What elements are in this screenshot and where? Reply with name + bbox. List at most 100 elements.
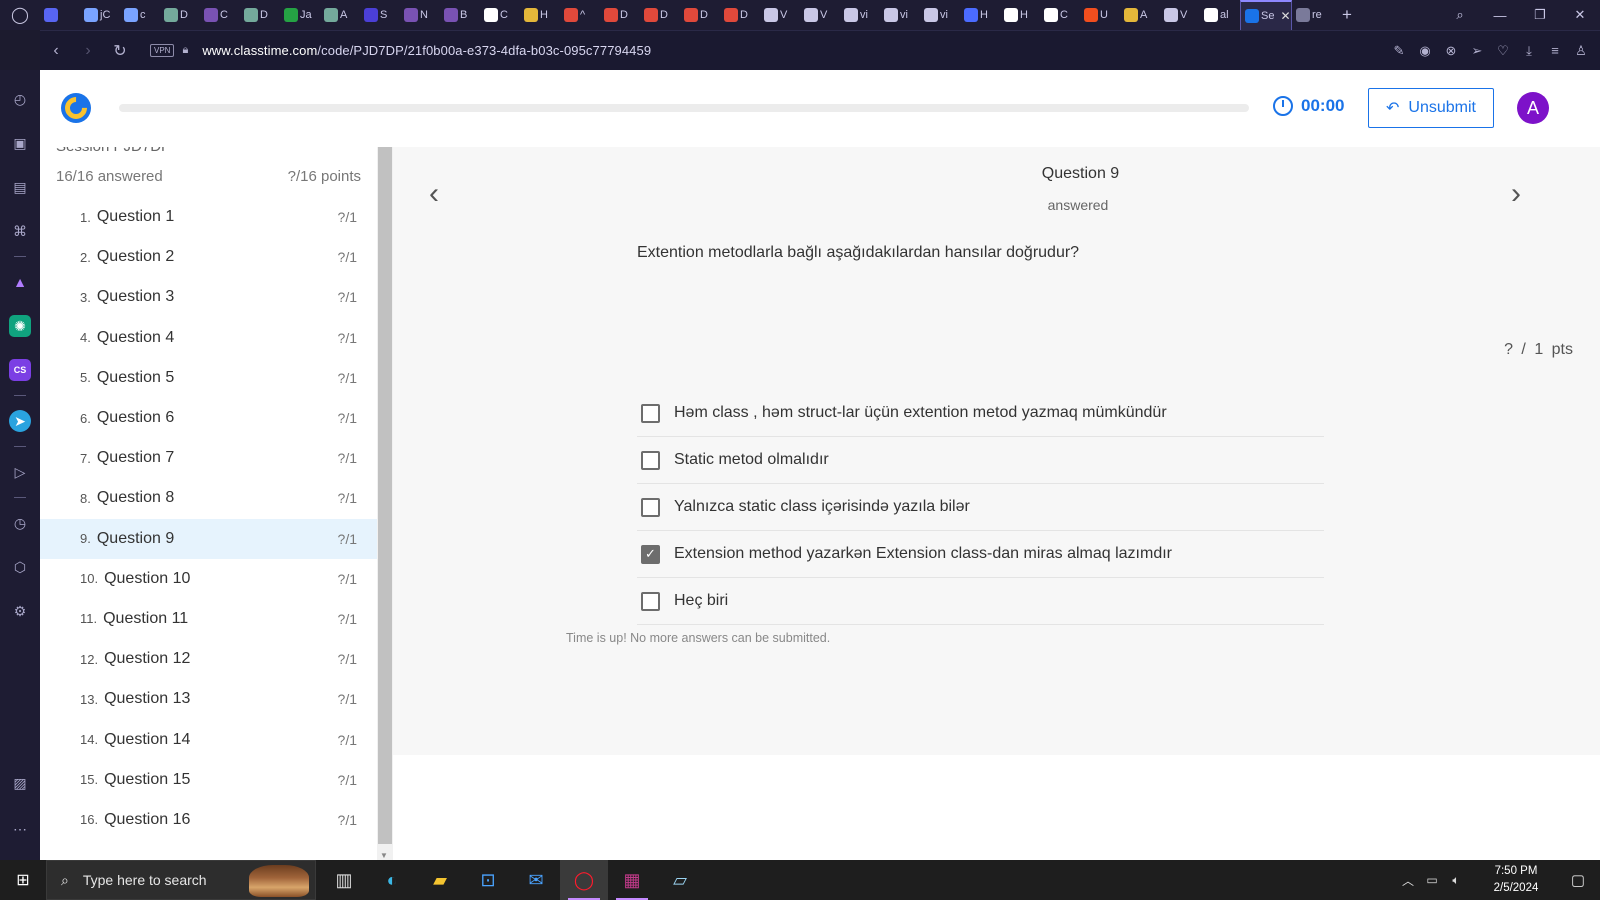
browser-tab[interactable]: D [600, 0, 640, 30]
browser-tab[interactable]: V [760, 0, 800, 30]
browser-tab[interactable]: vi [880, 0, 920, 30]
checkbox[interactable] [641, 497, 660, 517]
notifications-icon[interactable]: ▢ [1556, 871, 1600, 889]
browser-tab[interactable]: vi [920, 0, 960, 30]
browser-tab[interactable]: al [1200, 0, 1240, 30]
browser-tab[interactable]: V [1160, 0, 1200, 30]
sidebar-scrollbar[interactable]: ▼ [377, 147, 393, 860]
opera-menu-icon[interactable]: ◯ [0, 0, 40, 30]
url-field[interactable]: www.classtime.com/code/PJD7DP/21f0b00a-e… [202, 43, 651, 58]
sidebar-question-item[interactable]: 12. Question 12 ?/1 [40, 639, 377, 679]
browser-tab[interactable]: D [640, 0, 680, 30]
scrollbar-thumb[interactable] [378, 147, 392, 844]
edit-icon[interactable]: ✎ [1390, 43, 1408, 59]
restore-icon[interactable]: ❐ [1520, 7, 1560, 23]
sidebar-question-item[interactable]: 15. Question 15 ?/1 [40, 760, 377, 800]
box-icon[interactable]: ⬡ [9, 556, 31, 578]
next-question-icon[interactable]: › [1511, 177, 1521, 211]
avatar[interactable]: A [1517, 92, 1549, 124]
settings-icon[interactable]: ⚙ [9, 600, 31, 622]
player-icon[interactable]: ▷ [9, 461, 31, 483]
browser-tab[interactable]: A [320, 0, 360, 30]
task-view-icon[interactable]: ▥ [320, 860, 368, 900]
sidebar-question-item[interactable]: 2. Question 2 ?/1 [40, 237, 377, 277]
profile-icon[interactable]: ♙ [1572, 43, 1590, 59]
browser-tab[interactable]: re [1292, 0, 1332, 30]
browser-tab[interactable]: D [240, 0, 280, 30]
gallery-icon[interactable]: ▨ [9, 772, 31, 794]
back-icon[interactable]: ‹ [40, 42, 72, 60]
sidebar-question-item[interactable]: 8. Question 8 ?/1 [40, 478, 377, 518]
browser-tab[interactable]: N [400, 0, 440, 30]
browser-tab[interactable]: Ja [280, 0, 320, 30]
previous-question-icon[interactable]: ‹ [429, 177, 439, 211]
sidebar-question-item[interactable]: 1. Question 1 ?/1 [40, 197, 377, 237]
aria-icon[interactable]: ▲ [9, 271, 31, 293]
sidebar-question-item[interactable]: 3. Question 3 ?/1 [40, 277, 377, 317]
browser-tab[interactable]: A [1120, 0, 1160, 30]
winrar-icon[interactable]: ▦ [608, 860, 656, 900]
new-tab-button[interactable]: + [1332, 5, 1362, 25]
reload-icon[interactable]: ↻ [104, 41, 136, 61]
download-icon[interactable]: ⤓ [1520, 43, 1538, 59]
mail-icon[interactable]: ✉ [512, 860, 560, 900]
answer-option[interactable]: Həm class , həm struct-lar üçün extentio… [637, 390, 1324, 437]
sidebar-question-item[interactable]: 11. Question 11 ?/1 [40, 599, 377, 639]
browser-tab[interactable]: jC [80, 0, 120, 30]
answer-option[interactable]: ✓ Extension method yazarkən Extension cla… [637, 531, 1324, 578]
notepad-icon[interactable]: ▱ [656, 860, 704, 900]
lock-icon[interactable]: 🔒︎ [182, 44, 188, 57]
sidebar-question-item[interactable]: 13. Question 13 ?/1 [40, 679, 377, 719]
minimize-icon[interactable]: — [1480, 8, 1520, 23]
browser-tab[interactable]: S [360, 0, 400, 30]
vpn-badge[interactable]: VPN [150, 44, 175, 57]
close-window-icon[interactable]: ✕ [1560, 7, 1600, 23]
volume-muted-icon[interactable]: 🔈︎ [1444, 873, 1468, 888]
store-icon[interactable]: ⊡ [464, 860, 512, 900]
adblock-icon[interactable]: ⊗ [1442, 43, 1460, 59]
browser-tab[interactable]: H [1000, 0, 1040, 30]
edge-icon[interactable]: ◐ [368, 860, 416, 900]
network-icon[interactable]: ▭ [1420, 873, 1444, 887]
sidebar-question-item[interactable]: 16. Question 16 ?/1 [40, 800, 377, 840]
browser-tab[interactable]: B [440, 0, 480, 30]
unsubmit-button[interactable]: ↶ Unsubmit [1368, 88, 1494, 128]
checkbox[interactable] [641, 403, 660, 423]
browser-tab[interactable]: C [200, 0, 240, 30]
sidebar-question-item[interactable]: 9. Question 9 ?/1 [40, 518, 377, 559]
browser-tab[interactable]: D [720, 0, 760, 30]
forward-icon[interactable]: › [72, 42, 104, 60]
chevron-up-icon[interactable]: ︿ [1396, 872, 1420, 889]
sidebar-question-item[interactable]: 7. Question 7 ?/1 [40, 438, 377, 478]
sidebar-question-item[interactable]: 14. Question 14 ?/1 [40, 719, 377, 759]
robot-icon[interactable]: ▣ [9, 132, 31, 154]
answer-option[interactable]: Heç biri [637, 578, 1324, 625]
search-tabs-icon[interactable]: ⌕ [1440, 7, 1480, 23]
send-icon[interactable]: ➢ [1468, 43, 1486, 59]
cs-icon[interactable]: CS [9, 359, 31, 381]
more-icon[interactable]: ⋯ [9, 818, 31, 840]
file-explorer-icon[interactable]: ▰ [416, 860, 464, 900]
sidebar-question-item[interactable]: 5. Question 5 ?/1 [40, 358, 377, 398]
taskbar-search[interactable]: ⌕ Type here to search [46, 860, 316, 900]
taskbar-clock[interactable]: 7:50 PM 2/5/2024 [1476, 863, 1556, 897]
classtime-logo-icon[interactable] [60, 92, 92, 124]
browser-tab[interactable]: V [800, 0, 840, 30]
speed-dial-icon[interactable]: ◴ [9, 88, 31, 110]
chatgpt-icon[interactable]: ✺ [9, 315, 31, 337]
browser-tab[interactable]: D [680, 0, 720, 30]
history-icon[interactable]: ◷ [9, 512, 31, 534]
camera-icon[interactable]: ◉ [1416, 43, 1434, 59]
chip-icon[interactable]: ⌘ [9, 220, 31, 242]
windows-start-icon[interactable]: ⊞ [0, 860, 46, 900]
easy-setup-icon[interactable]: ≡ [1546, 43, 1564, 59]
telegram-icon[interactable]: ➤ [9, 410, 31, 432]
checkbox-checked[interactable]: ✓ [641, 544, 660, 564]
checkbox[interactable] [641, 591, 660, 611]
checkbox[interactable] [641, 450, 660, 470]
close-tab-icon[interactable]: ✕ [1280, 9, 1290, 23]
browser-tab[interactable]: D [160, 0, 200, 30]
answer-option[interactable]: Static metod olmalıdır [637, 437, 1324, 484]
scroll-down-icon[interactable]: ▼ [380, 851, 388, 860]
browser-tab[interactable]: C [1040, 0, 1080, 30]
